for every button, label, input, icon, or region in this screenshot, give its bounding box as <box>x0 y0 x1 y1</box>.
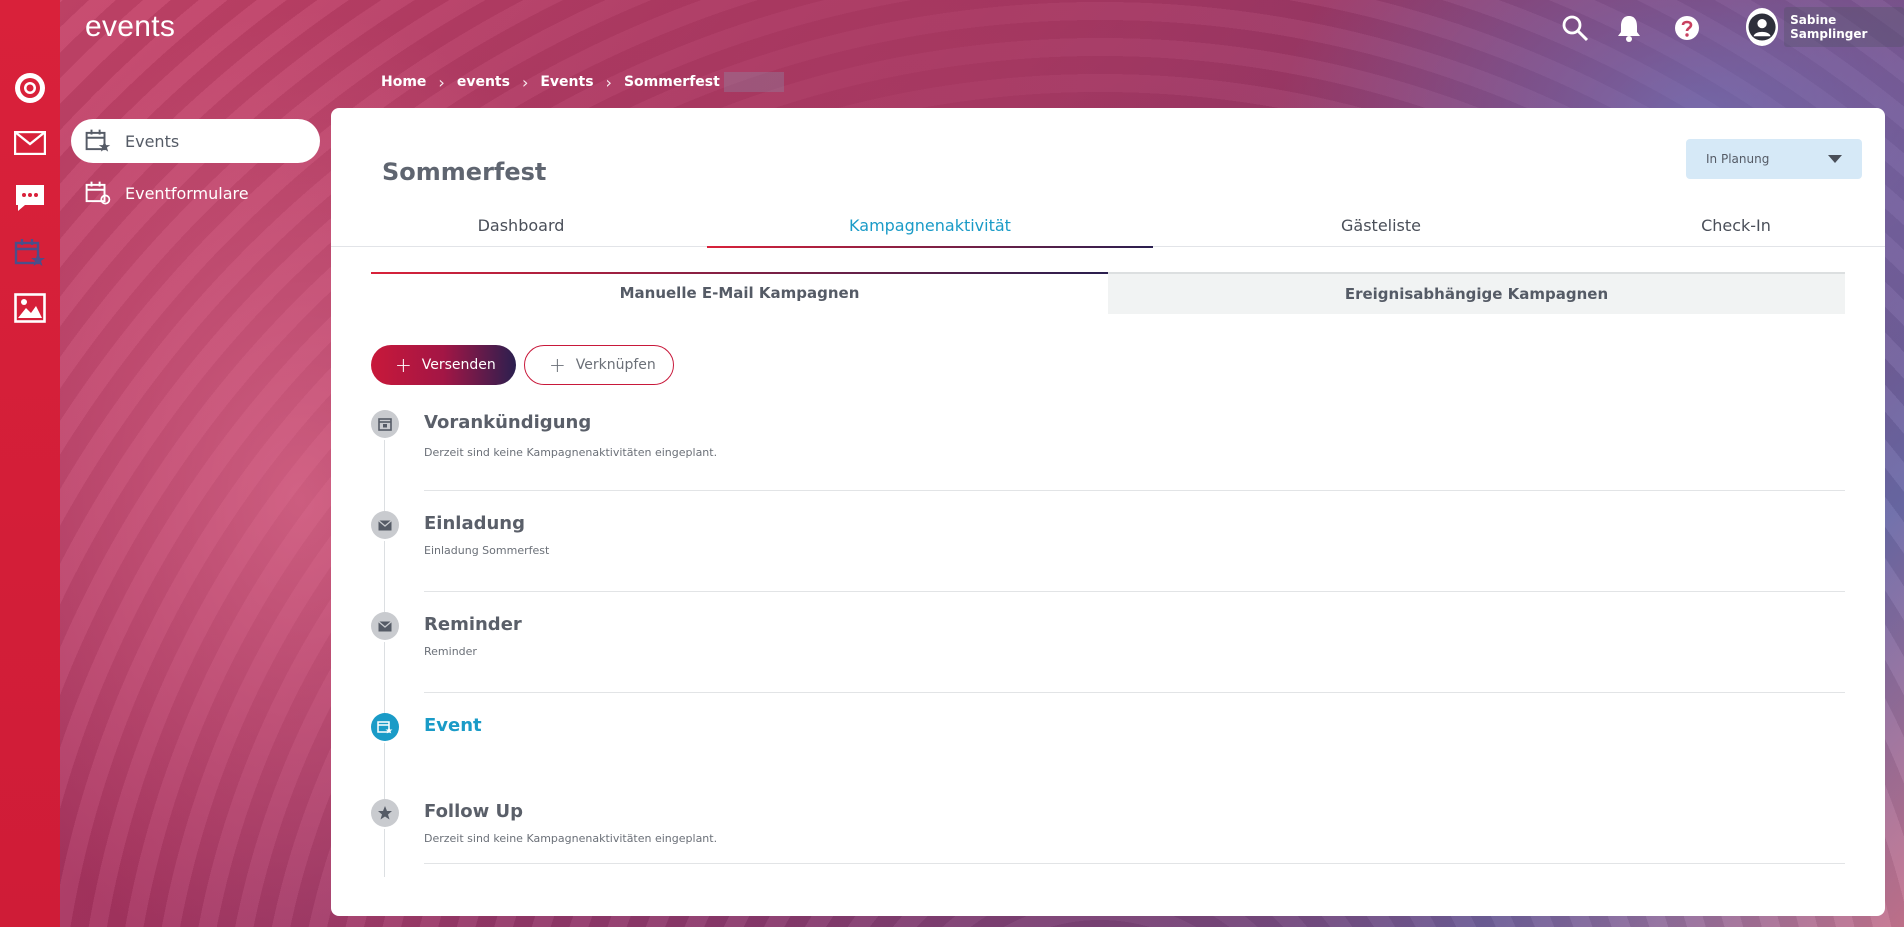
calendar-icon <box>378 418 392 431</box>
star-icon <box>378 806 392 820</box>
avatar <box>1746 8 1779 46</box>
campaign-timeline: Vorankündigung Derzeit sind keine Kampag… <box>371 410 1845 900</box>
tab-label: Gästeliste <box>1341 216 1421 235</box>
timeline-dot <box>371 410 399 438</box>
caret-down-icon <box>1828 155 1842 163</box>
image-icon <box>14 293 46 323</box>
sidebar-item-label: Eventformulare <box>125 183 249 203</box>
timeline-title: Event <box>424 715 482 736</box>
breadcrumb: Home › events › Events › Sommerfest <box>381 72 784 92</box>
help-button[interactable] <box>1672 13 1702 43</box>
breadcrumb-placeholder <box>723 72 784 92</box>
rail-images[interactable] <box>0 286 60 330</box>
campaign-subtabs: Manuelle E-Mail Kampagnen Ereignisabhäng… <box>371 272 1845 314</box>
timeline-desc: Derzeit sind keine Kampagnenaktivitäten … <box>424 832 718 845</box>
tab-kampagnenaktivitaet[interactable]: Kampagnenaktivität <box>707 212 1153 248</box>
send-label: Versenden <box>421 357 496 373</box>
divider <box>424 692 1845 693</box>
link-label: Verknüpfen <box>575 357 656 373</box>
event-calendar-icon <box>377 721 393 734</box>
tab-label: Check-In <box>1701 216 1771 235</box>
link-button[interactable]: + Verknüpfen <box>524 345 674 385</box>
subtab-label: Ereignisabhängige Kampagnen <box>1344 285 1609 303</box>
main-tabs: Dashboard Kampagnenaktivität Gästeliste … <box>331 212 1885 248</box>
app-title: events <box>85 10 176 43</box>
mail-icon <box>378 620 392 631</box>
tab-label: Dashboard <box>477 216 565 235</box>
chat-icon <box>16 185 44 211</box>
tab-check-in[interactable]: Check-In <box>1611 212 1861 247</box>
timeline-dot <box>371 713 399 741</box>
timeline-item[interactable]: Follow Up Derzeit sind keine Kampagnenak… <box>371 799 1845 900</box>
divider <box>424 591 1845 592</box>
timeline-desc: Reminder <box>424 645 477 658</box>
top-header: events Sabine Samplinger <box>60 0 1904 57</box>
search-button[interactable] <box>1560 13 1590 43</box>
logo-icon <box>15 73 45 103</box>
tab-label: Kampagnenaktivität <box>849 216 1011 235</box>
timeline-connector <box>384 743 385 799</box>
help-icon <box>1675 16 1699 40</box>
timeline-connector <box>384 440 385 511</box>
chevron-right-icon: › <box>521 72 529 92</box>
user-icon <box>1746 10 1779 44</box>
timeline-desc: Derzeit sind keine Kampagnenaktivitäten … <box>424 446 718 459</box>
rail-logo[interactable] <box>0 66 60 110</box>
events-calendar-icon <box>14 239 45 266</box>
rail-mail[interactable] <box>0 121 60 165</box>
divider <box>424 490 1845 491</box>
sidebar-item-label: Events <box>125 131 180 151</box>
chevron-right-icon: › <box>438 72 445 92</box>
main-card: Sommerfest In Planung Dashboard Kampagne… <box>331 108 1885 916</box>
tab-gaesteliste[interactable]: Gästeliste <box>1191 212 1571 247</box>
plus-icon: + <box>395 353 412 377</box>
search-icon <box>1562 15 1589 42</box>
status-select[interactable]: In Planung <box>1686 139 1862 179</box>
chevron-right-icon: › <box>605 72 612 92</box>
bell-icon <box>1618 16 1640 42</box>
tab-dashboard[interactable]: Dashboard <box>371 212 671 247</box>
timeline-dot <box>371 511 399 539</box>
rail-chat[interactable] <box>0 176 60 220</box>
timeline-dot <box>371 799 399 827</box>
app-rail <box>0 0 60 927</box>
timeline-connector <box>384 541 385 612</box>
rail-events[interactable] <box>0 231 60 275</box>
timeline-item[interactable]: Einladung Einladung Sommerfest <box>371 511 1845 612</box>
breadcrumb-current: Sommerfest <box>623 74 720 90</box>
timeline-title: Reminder <box>424 614 522 635</box>
mail-icon <box>378 519 392 530</box>
breadcrumb-events[interactable]: Events <box>540 74 593 90</box>
event-form-icon <box>85 181 111 205</box>
status-value: In Planung <box>1706 152 1770 166</box>
subtab-label: Manuelle E-Mail Kampagnen <box>619 284 860 302</box>
timeline-title: Vorankündigung <box>424 412 592 433</box>
breadcrumb-home[interactable]: Home <box>381 74 426 90</box>
timeline-connector <box>384 829 385 877</box>
user-menu[interactable]: Sabine Samplinger <box>1746 7 1904 47</box>
mail-icon <box>14 131 46 155</box>
page-title: Sommerfest <box>382 158 547 186</box>
timeline-title: Einladung <box>424 513 525 534</box>
timeline-title: Follow Up <box>424 801 524 822</box>
sidebar-item-events[interactable]: Events <box>71 119 320 163</box>
subtab-manual-email[interactable]: Manuelle E-Mail Kampagnen <box>371 272 1108 314</box>
notifications-button[interactable] <box>1614 13 1644 43</box>
subtab-event-triggered[interactable]: Ereignisabhängige Kampagnen <box>1108 272 1845 314</box>
breadcrumb-events-app[interactable]: events <box>457 74 510 90</box>
timeline-item[interactable]: Reminder Reminder <box>371 612 1845 713</box>
divider <box>424 863 1845 864</box>
plus-icon: + <box>549 353 566 377</box>
send-button[interactable]: + Versenden <box>371 345 516 385</box>
timeline-connector <box>384 642 385 713</box>
events-calendar-icon <box>85 129 111 152</box>
timeline-dot <box>371 612 399 640</box>
timeline-desc: Einladung Sommerfest <box>424 544 550 557</box>
timeline-item[interactable]: Event <box>371 713 1845 799</box>
user-name: Sabine Samplinger <box>1784 7 1904 47</box>
sidebar-item-eventformulare[interactable]: Eventformulare <box>71 171 320 215</box>
timeline-item[interactable]: Vorankündigung Derzeit sind keine Kampag… <box>371 410 1845 511</box>
